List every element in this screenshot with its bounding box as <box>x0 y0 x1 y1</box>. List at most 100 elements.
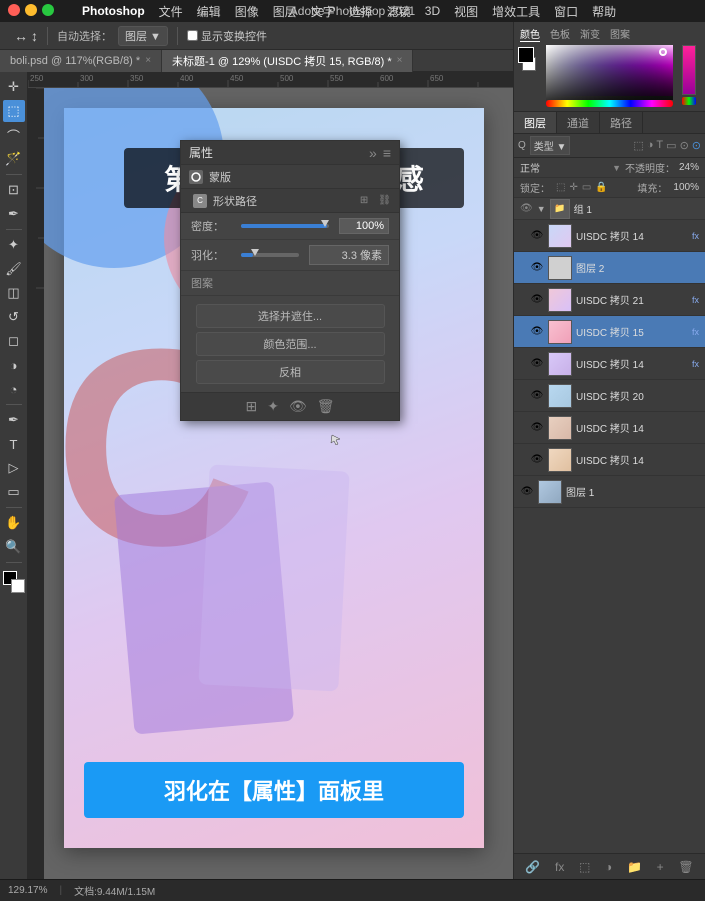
lock-position-icon[interactable]: ✛ <box>569 182 577 193</box>
menu-filter[interactable]: 滤镜 <box>387 3 411 20</box>
move-tool[interactable]: ✛ <box>3 76 25 98</box>
shape-tool[interactable]: ▭ <box>3 481 25 503</box>
kind-select[interactable]: 类型 ▼ <box>530 136 571 155</box>
menu-edit[interactable]: 编辑 <box>197 3 221 20</box>
opacity-value[interactable]: 24% <box>679 162 699 173</box>
layer-item-6[interactable]: 👁 UISDC 拷贝 14 <box>514 412 705 444</box>
layer-0-fx[interactable]: fx <box>692 231 699 241</box>
lock-pixels-icon[interactable]: ⬚ <box>556 182 565 193</box>
zoom-status[interactable]: 129.17% <box>8 885 47 896</box>
panel-menu-icon[interactable]: ≡ <box>383 145 391 161</box>
tab-boli[interactable]: boli.psd @ 117%(RGB/8) * × <box>0 50 162 72</box>
panel-star-icon[interactable]: ✦ <box>267 398 279 415</box>
minimize-button[interactable] <box>25 4 37 16</box>
color-gradient-box[interactable] <box>546 45 673 96</box>
menu-image[interactable]: 图像 <box>235 3 259 20</box>
menu-help[interactable]: 帮助 <box>592 3 616 20</box>
brush-tool[interactable]: 🖌 <box>3 258 25 280</box>
layer-last-eye[interactable]: 👁 <box>520 485 534 499</box>
layer-0-eye[interactable]: 👁 <box>530 229 544 243</box>
eyedropper-tool[interactable]: ✒ <box>3 203 25 225</box>
dodge-tool[interactable]: ◔ <box>3 378 25 400</box>
layer-item-1[interactable]: 👁 图层 2 <box>514 252 705 284</box>
tab-paths[interactable]: 路径 <box>600 112 643 133</box>
color-range-button[interactable]: 颜色范围... <box>196 332 385 356</box>
filter-smart-icon[interactable]: ⊙ <box>680 139 689 152</box>
close-button[interactable] <box>8 4 20 16</box>
density-value[interactable]: 100% <box>339 218 389 234</box>
layer-7-eye[interactable]: 👁 <box>530 453 544 467</box>
path-link-icon[interactable]: ⛓ <box>378 195 391 206</box>
layer-4-eye[interactable]: 👁 <box>530 357 544 371</box>
menu-view[interactable]: 视图 <box>454 3 478 20</box>
layer-3-fx[interactable]: fx <box>692 327 699 337</box>
layer-adjust-icon[interactable]: ◑ <box>605 860 612 874</box>
lock-artboard-icon[interactable]: ▭ <box>582 182 591 193</box>
tab-patterns[interactable]: 图案 <box>610 26 630 42</box>
blend-mode-container[interactable]: 正常 ▼ <box>520 160 621 175</box>
menu-window[interactable]: 窗口 <box>554 3 578 20</box>
layer-folder-icon[interactable]: 📁 <box>627 860 642 874</box>
menu-file[interactable]: 文件 <box>159 3 183 20</box>
group-arrow-icon[interactable]: ▼ <box>537 204 546 214</box>
menu-layer[interactable]: 图层 <box>273 3 297 20</box>
layer-dropdown[interactable]: 图层 ▼ <box>118 26 168 46</box>
fill-value[interactable]: 100% <box>673 182 699 193</box>
filter-toggle-icon[interactable]: ⊙ <box>692 139 701 152</box>
layer-link-icon[interactable]: 🔗 <box>525 860 540 874</box>
lock-all-icon[interactable]: 🔒 <box>595 182 607 193</box>
filter-shape-icon[interactable]: ▭ <box>666 139 676 152</box>
color-fg-bg[interactable] <box>518 45 542 107</box>
layer-item-last[interactable]: 👁 图层 1 <box>514 476 705 508</box>
foreground-color[interactable] <box>518 47 534 63</box>
app-name[interactable]: Photoshop <box>82 4 145 18</box>
history-brush[interactable]: ↺ <box>3 306 25 328</box>
panel-expand-icon[interactable]: » <box>369 145 377 161</box>
hue-slider[interactable] <box>546 100 673 107</box>
tab-color[interactable]: 颜色 <box>520 26 540 42</box>
pen-tool[interactable]: ✒ <box>3 409 25 431</box>
tab-close-untitled[interactable]: × <box>397 55 403 66</box>
select-tool[interactable]: ⬚ <box>3 100 25 122</box>
tab-channels[interactable]: 通道 <box>557 112 600 133</box>
panel-trash-icon[interactable]: 🗑 <box>317 398 335 415</box>
stamp-tool[interactable]: ◫ <box>3 282 25 304</box>
menu-3d[interactable]: 3D <box>425 4 440 18</box>
crop-tool[interactable]: ⊡ <box>3 179 25 201</box>
feather-slider[interactable] <box>241 251 299 259</box>
path-select-tool[interactable]: ▷ <box>3 457 25 479</box>
layer-item-2[interactable]: 👁 UISDC 拷贝 21 fx <box>514 284 705 316</box>
heal-tool[interactable]: ✦ <box>3 234 25 256</box>
filter-type-icon[interactable]: T <box>656 139 663 152</box>
tab-layers[interactable]: 图层 <box>514 112 557 133</box>
gradient-tool[interactable]: ◑ <box>3 354 25 376</box>
density-slider[interactable] <box>241 222 329 230</box>
layer-fx-icon[interactable]: fx <box>555 860 564 874</box>
layer-2-eye[interactable]: 👁 <box>530 293 544 307</box>
invert-button[interactable]: 反相 <box>196 360 385 384</box>
menu-text[interactable]: 文字 <box>311 3 335 20</box>
filter-pixel-icon[interactable]: ⬚ <box>633 139 643 152</box>
group-1-header[interactable]: 👁 ▼ 📁 组 1 <box>514 198 705 220</box>
color-spectrum-bar[interactable] <box>682 45 696 95</box>
layer-new-icon[interactable]: + <box>657 860 664 874</box>
panel-grid-icon[interactable]: ⊞ <box>245 398 257 415</box>
transform-checkbox[interactable] <box>187 30 198 41</box>
tab-gradients[interactable]: 渐变 <box>580 26 600 42</box>
tab-close-boli[interactable]: × <box>145 55 151 66</box>
layer-4-fx[interactable]: fx <box>692 359 699 369</box>
panel-eye-icon[interactable]: 👁 <box>289 398 307 415</box>
eraser-tool[interactable]: ◻ <box>3 330 25 352</box>
lasso-tool[interactable]: ⌒ <box>3 124 25 146</box>
layer-item-5[interactable]: 👁 UISDC 拷贝 20 <box>514 380 705 412</box>
layer-3-eye[interactable]: 👁 <box>530 325 544 339</box>
menu-select[interactable]: 选择 <box>349 3 373 20</box>
zoom-tool[interactable]: 🔍 <box>3 536 25 558</box>
filter-adj-icon[interactable]: ◑ <box>647 139 654 152</box>
layer-item-4[interactable]: 👁 UISDC 拷贝 14 fx <box>514 348 705 380</box>
path-options-icon[interactable]: ⊞ <box>360 195 368 206</box>
color-swatches[interactable] <box>3 571 25 593</box>
feather-value[interactable]: 3.3 像素 <box>309 245 389 265</box>
color-small-bar[interactable] <box>682 97 696 105</box>
transform-toggle[interactable]: 显示变换控件 <box>187 28 267 44</box>
